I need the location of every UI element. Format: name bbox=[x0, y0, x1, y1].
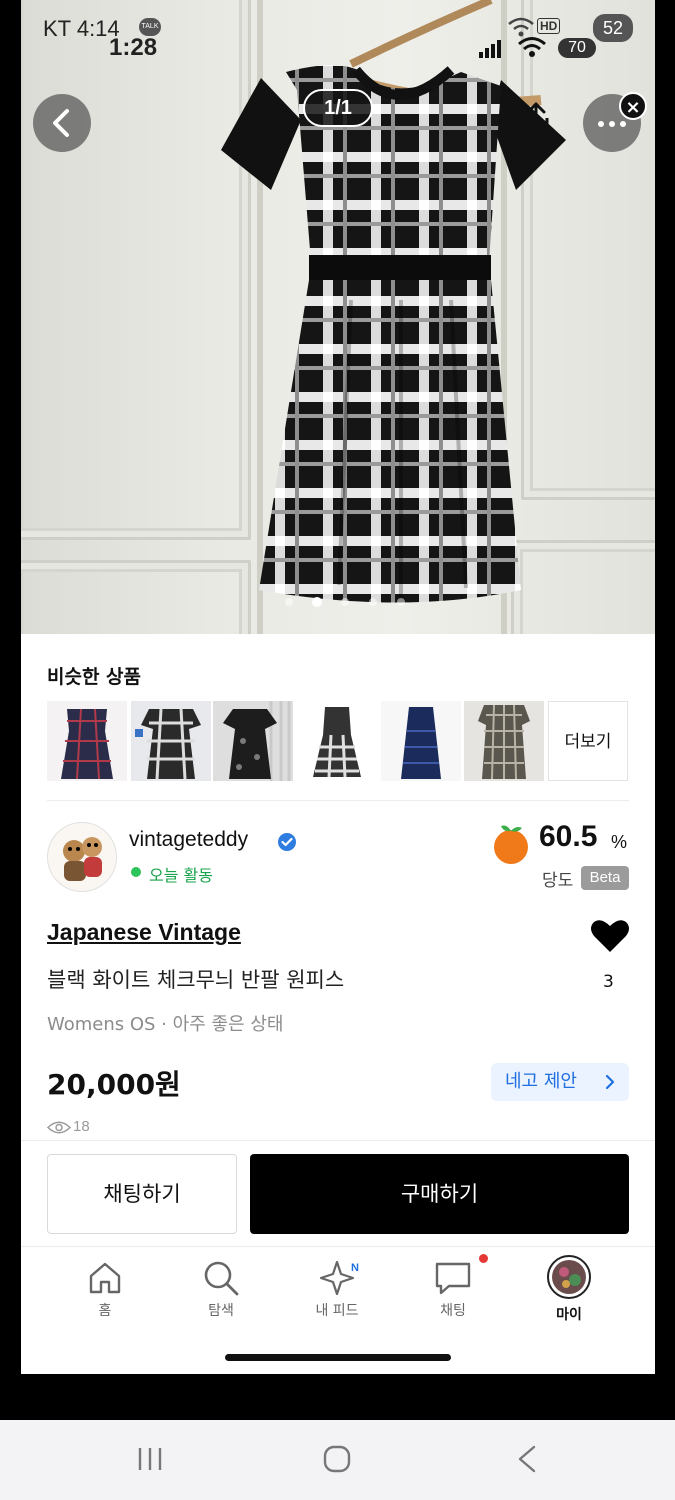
sweetness-score: 60.5 bbox=[539, 820, 598, 853]
product-brand[interactable]: Japanese Vintage bbox=[47, 919, 241, 946]
signal-icon bbox=[479, 40, 501, 58]
make-offer-label: 네고 제안 bbox=[505, 1071, 577, 1092]
chat-bubble-icon bbox=[435, 1262, 471, 1295]
seller-avatar[interactable] bbox=[47, 822, 117, 892]
similar-product-thumb[interactable] bbox=[47, 701, 127, 781]
tab-my-label: 마이 bbox=[556, 1307, 582, 1323]
home-nav-icon[interactable] bbox=[322, 1444, 354, 1474]
divider bbox=[47, 800, 629, 801]
tab-home[interactable]: 홈 bbox=[55, 1258, 155, 1328]
view-count: 18 bbox=[73, 1118, 90, 1135]
tab-my[interactable]: 마이 bbox=[519, 1255, 619, 1328]
sweetness-unit: % bbox=[611, 832, 628, 852]
like-count: 3 bbox=[603, 972, 614, 992]
sweetness-label: 당도 bbox=[542, 871, 574, 891]
chat-button[interactable]: 채팅하기 bbox=[47, 1154, 237, 1234]
product-title: 블랙 화이트 체크무늬 반팔 원피스 bbox=[47, 968, 345, 992]
eye-icon bbox=[47, 1121, 71, 1134]
tab-search-label: 탐색 bbox=[208, 1303, 234, 1319]
similar-product-thumb[interactable] bbox=[464, 701, 544, 781]
see-more-button[interactable]: 더보기 bbox=[548, 701, 628, 781]
divider bbox=[21, 1246, 655, 1247]
wifi-icon bbox=[518, 37, 546, 57]
chevron-left-icon bbox=[53, 109, 69, 137]
share-icon[interactable] bbox=[519, 100, 553, 140]
tab-chat[interactable]: 채팅 bbox=[403, 1254, 503, 1328]
recent-apps-icon[interactable] bbox=[136, 1446, 164, 1472]
search-icon bbox=[204, 1261, 239, 1296]
orange-sweetness-icon bbox=[494, 825, 528, 864]
home-icon bbox=[89, 1262, 121, 1294]
status-time: 1:28 bbox=[109, 34, 158, 61]
divider bbox=[21, 1140, 655, 1141]
similar-products-title: 비슷한 상품 bbox=[47, 666, 142, 688]
chevron-right-icon bbox=[605, 1074, 615, 1090]
battery-level-secondary: 70 bbox=[558, 38, 596, 58]
wifi-icon-secondary bbox=[508, 17, 534, 37]
close-icon[interactable]: × bbox=[619, 92, 647, 120]
similar-product-thumb[interactable] bbox=[131, 701, 211, 781]
hd-badge: HD bbox=[537, 18, 561, 34]
carousel-indicator bbox=[285, 597, 405, 607]
notification-dot bbox=[479, 1254, 488, 1263]
similar-product-thumb[interactable] bbox=[297, 701, 377, 781]
make-offer-button[interactable]: 네고 제안 bbox=[491, 1063, 629, 1101]
profile-avatar-icon bbox=[547, 1255, 591, 1299]
product-price: 20,000원 bbox=[47, 1068, 181, 1101]
tab-chat-label: 채팅 bbox=[440, 1303, 466, 1319]
new-badge: N bbox=[351, 1262, 359, 1274]
beta-badge: Beta bbox=[581, 866, 629, 890]
product-photo[interactable]: KT 4:14 TALK 1:28 HD 52 70 1/1 × bbox=[21, 0, 655, 634]
back-nav-icon[interactable] bbox=[514, 1444, 540, 1474]
similar-product-thumb[interactable] bbox=[381, 701, 461, 781]
similar-product-thumb[interactable] bbox=[213, 701, 293, 781]
home-indicator[interactable] bbox=[225, 1354, 451, 1361]
heart-icon[interactable] bbox=[590, 918, 630, 954]
tab-feed-label: 내 피드 bbox=[315, 1303, 359, 1319]
android-navigation-bar bbox=[0, 1420, 675, 1500]
tab-home-label: 홈 bbox=[98, 1303, 112, 1319]
battery-level: 52 bbox=[593, 14, 633, 42]
app-screen: KT 4:14 TALK 1:28 HD 52 70 1/1 × 비슷한 상품 … bbox=[21, 0, 655, 1374]
image-counter: 1/1 bbox=[303, 89, 373, 127]
product-meta: Womens OS · 아주 좋은 상태 bbox=[47, 1014, 284, 1035]
tab-search[interactable]: 탐색 bbox=[171, 1258, 271, 1328]
tab-feed[interactable]: N 내 피드 bbox=[287, 1258, 387, 1328]
seller-activity-status: 오늘 활동 bbox=[149, 866, 213, 885]
buy-button[interactable]: 구매하기 bbox=[250, 1154, 629, 1234]
seller-name[interactable]: vintageteddy bbox=[129, 828, 248, 852]
back-button[interactable] bbox=[33, 94, 91, 152]
verified-badge-icon bbox=[278, 833, 296, 851]
online-status-dot bbox=[131, 867, 141, 877]
